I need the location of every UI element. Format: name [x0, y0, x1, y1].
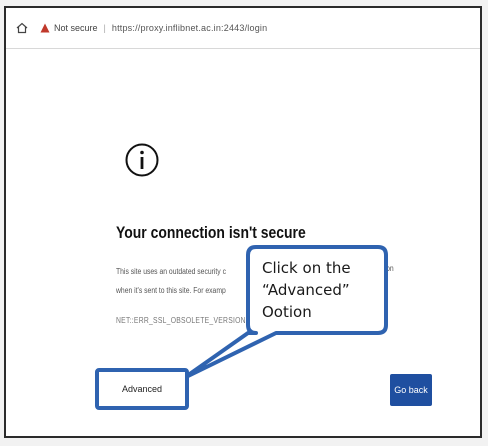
- advanced-button[interactable]: Advanced: [95, 368, 189, 410]
- callout-line-1: Click on the: [262, 259, 351, 277]
- callout-line-2: “Advanced”: [262, 281, 350, 299]
- callout-text: Click on the “Advanced” Ootion: [262, 257, 382, 323]
- callout-bubble: [182, 245, 388, 380]
- callout-line-3: Ootion: [262, 303, 312, 321]
